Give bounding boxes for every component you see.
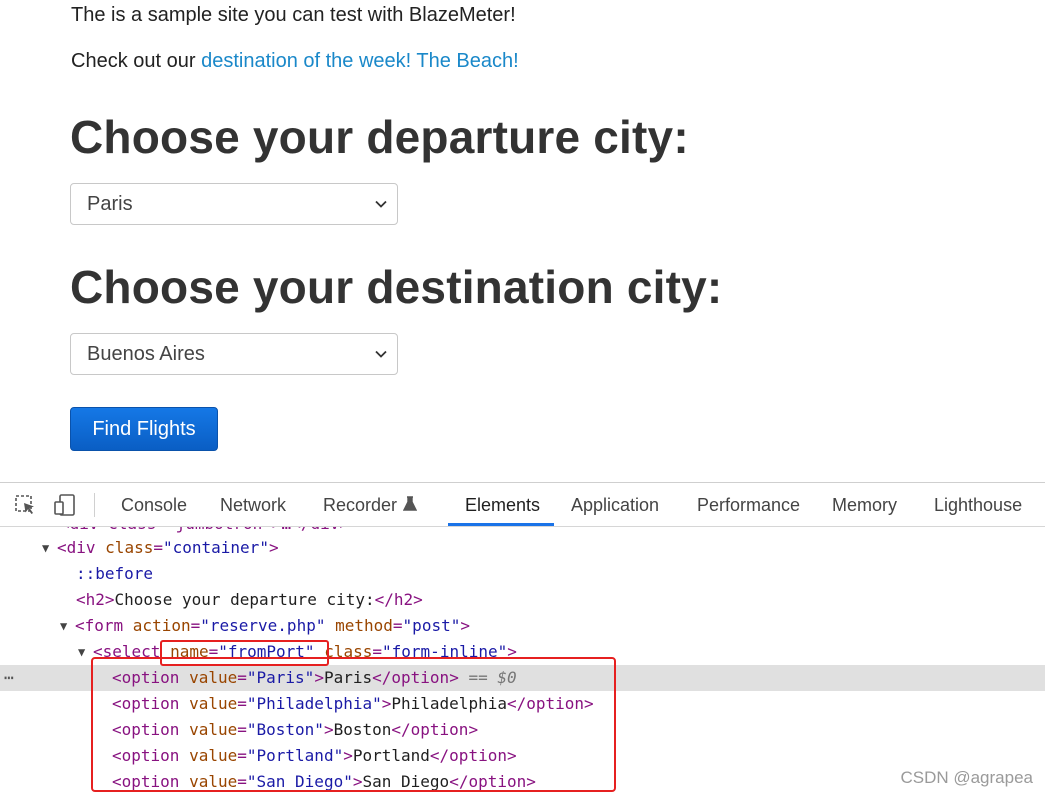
more-dots-icon[interactable]: ⋯ xyxy=(4,665,14,691)
expand-triangle-icon[interactable]: ▼ xyxy=(42,535,49,561)
highlight-option-list xyxy=(91,657,616,792)
tab-recorder[interactable]: Recorder xyxy=(323,483,417,526)
find-flights-button[interactable]: Find Flights xyxy=(70,407,218,451)
destination-city-value: Buenos Aires xyxy=(87,343,205,365)
tab-application[interactable]: Application xyxy=(571,483,659,526)
destination-of-week-link[interactable]: destination of the week! The Beach! xyxy=(201,50,519,72)
watermark: CSDN @agrapea xyxy=(900,768,1033,787)
flask-icon xyxy=(403,496,417,511)
code-line-before[interactable]: ::before xyxy=(0,561,1045,587)
expand-triangle-icon[interactable]: ▼ xyxy=(60,613,67,639)
departure-city-select[interactable]: Paris xyxy=(70,183,398,225)
devtools-tabbar: Console Network Recorder Elements Applic… xyxy=(0,483,1045,527)
expand-triangle-icon[interactable]: ▼ xyxy=(78,639,85,665)
tab-performance[interactable]: Performance xyxy=(697,483,800,526)
device-toggle-icon[interactable] xyxy=(53,493,77,517)
destination-city-select[interactable]: Buenos Aires xyxy=(70,333,398,375)
tab-elements[interactable]: Elements xyxy=(465,483,540,526)
check-out-text: Check out our destination of the week! T… xyxy=(71,50,519,73)
active-tab-indicator xyxy=(448,523,554,526)
check-out-prefix: Check out our xyxy=(71,50,202,72)
tab-memory[interactable]: Memory xyxy=(832,483,897,526)
inspect-icon[interactable] xyxy=(14,493,38,517)
tab-lighthouse[interactable]: Lighthouse xyxy=(934,483,1022,526)
chevron-down-icon xyxy=(375,200,387,208)
code-line-h2[interactable]: <h2>Choose your departure city:</h2> xyxy=(0,587,1045,613)
departure-heading: Choose your departure city: xyxy=(70,111,689,163)
chevron-down-icon xyxy=(375,350,387,358)
destination-heading: Choose your destination city: xyxy=(70,261,723,313)
code-line-form[interactable]: ▼ <form action="reserve.php" method="post… xyxy=(0,613,1045,639)
code-line-container[interactable]: ▼ <div class="container"> xyxy=(0,535,1045,561)
website-viewport: The is a sample site you can test with B… xyxy=(0,0,1045,480)
tab-console[interactable]: Console xyxy=(121,483,187,526)
tab-network[interactable]: Network xyxy=(220,483,286,526)
toolbar-separator xyxy=(94,493,95,517)
departure-city-value: Paris xyxy=(87,193,133,215)
intro-text: The is a sample site you can test with B… xyxy=(71,4,516,26)
tab-recorder-label: Recorder xyxy=(323,495,398,515)
